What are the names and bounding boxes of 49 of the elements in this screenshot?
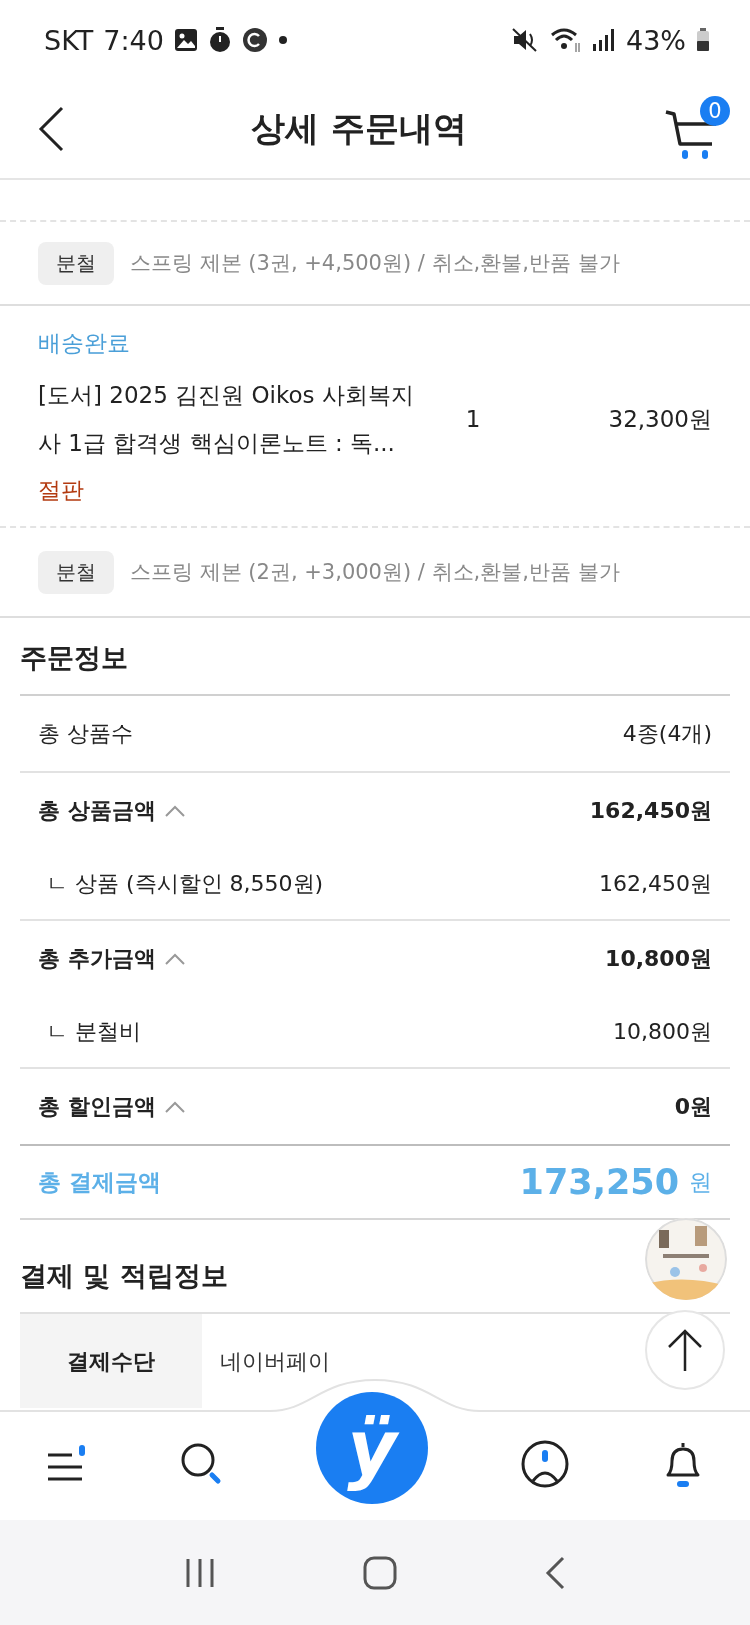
signal-icon bbox=[592, 28, 616, 52]
profile-icon[interactable] bbox=[520, 1439, 570, 1489]
row-value: 10,800원 bbox=[605, 944, 712, 973]
dot-icon bbox=[277, 35, 288, 45]
page-title: 상세 주문내역 bbox=[250, 107, 468, 150]
wifi-icon bbox=[550, 27, 582, 53]
row-value: 0원 bbox=[674, 1092, 712, 1121]
menu-icon[interactable] bbox=[46, 1445, 88, 1483]
option-tag: 분철 bbox=[38, 241, 114, 285]
clock: 7:40 bbox=[103, 24, 164, 56]
quantity: 1 bbox=[464, 406, 482, 432]
row-label[interactable]: 총 추가금액 bbox=[38, 943, 156, 974]
chevron-up-icon[interactable] bbox=[163, 952, 186, 966]
row-value: 162,450원 bbox=[589, 796, 712, 825]
sub-row-label: ㄴ 상품 (즉시할인 8,550원) bbox=[46, 869, 324, 898]
option-tag: 분철 bbox=[38, 550, 114, 594]
row-label[interactable]: 총 할인금액 bbox=[38, 1091, 156, 1122]
row-label: 총 상품수 bbox=[38, 719, 133, 748]
c-badge-icon bbox=[241, 27, 268, 53]
home-logo-button[interactable]: ÿ bbox=[316, 1392, 428, 1504]
sub-row-value: 10,800원 bbox=[613, 1017, 712, 1046]
sub-row-label: ㄴ 분철비 bbox=[46, 1017, 141, 1046]
row-label[interactable]: 총 상품금액 bbox=[38, 795, 156, 826]
sub-row-value: 162,450원 bbox=[599, 869, 712, 898]
price: 32,300원 bbox=[607, 404, 712, 434]
option-description: 스프링 제본 (2권, +3,000원) / 취소,환불,반품 불가 bbox=[130, 559, 620, 586]
payment-method-label: 결제수단 bbox=[20, 1314, 202, 1410]
section-title: 결제 및 적립정보 bbox=[19, 1259, 229, 1293]
out-of-print-label: 절판 bbox=[38, 476, 85, 505]
back-nav-icon[interactable] bbox=[544, 1555, 567, 1590]
section-title: 주문정보 bbox=[19, 641, 129, 675]
option-description: 스프링 제본 (3권, +4,500원) / 취소,환불,반품 불가 bbox=[130, 250, 620, 277]
payment-method-value: 네이버페이 bbox=[219, 1348, 330, 1376]
battery-icon bbox=[696, 28, 710, 52]
currency-unit: 원 bbox=[689, 1167, 712, 1197]
chevron-up-icon[interactable] bbox=[163, 804, 186, 818]
carrier: SKT bbox=[44, 24, 94, 56]
stopwatch-icon bbox=[207, 27, 232, 53]
home-icon[interactable] bbox=[363, 1555, 397, 1590]
product-title[interactable]: [도서] 2025 김진원 Oikos 사회복지사 1급 합격생 핵심이론노트 : 독... bbox=[38, 371, 418, 467]
chevron-up-icon[interactable] bbox=[163, 1100, 186, 1114]
total-label: 총 결제금액 bbox=[38, 1167, 161, 1197]
image-icon bbox=[173, 28, 198, 52]
total-amount: 173,250 bbox=[519, 1162, 679, 1202]
battery-percent: 43% bbox=[626, 24, 686, 56]
delivery-status: 배송완료 bbox=[38, 329, 131, 358]
row-value: 4종(4개) bbox=[622, 719, 712, 748]
back-icon[interactable] bbox=[36, 105, 66, 153]
cart-count-badge: 0 bbox=[700, 96, 730, 126]
